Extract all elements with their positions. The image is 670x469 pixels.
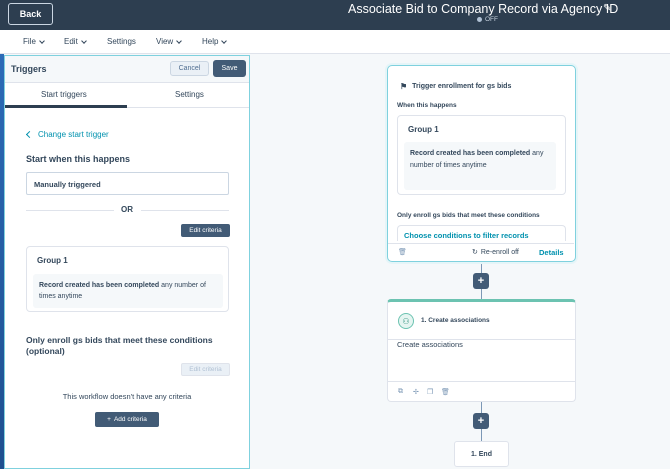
copy-icon[interactable]: ⧉ <box>398 388 403 396</box>
workflow-title: Associate Bid to Company Record via Agen… <box>348 2 619 16</box>
trigger-group-card: Group 1 Record created has been complete… <box>397 115 566 195</box>
tab-start-triggers[interactable]: Start triggers <box>41 90 87 99</box>
status-dot-icon <box>477 17 482 22</box>
chevron-left-icon <box>25 130 34 139</box>
menu-help[interactable]: Help <box>202 37 228 46</box>
filter-records-link[interactable]: Choose conditions to filter records <box>397 225 566 241</box>
trash-icon[interactable]: 🗑 <box>398 248 407 256</box>
trash-icon[interactable]: 🗑 <box>441 388 450 396</box>
menu-settings-label: Settings <box>107 37 136 46</box>
or-divider: OR <box>26 205 229 215</box>
action-card-footer: ⧉ ✢ ❐ 🗑 <box>388 381 575 402</box>
workflow-status: OFF <box>477 16 498 23</box>
panel-title: Triggers <box>11 64 47 74</box>
add-action-button[interactable]: + <box>473 413 489 429</box>
trigger-group-title: Group 1 <box>408 125 439 134</box>
change-trigger-label: Change start trigger <box>38 130 109 139</box>
reenroll-label: Re-enroll off <box>480 248 519 256</box>
add-criteria-label: Add criteria <box>113 416 147 423</box>
trigger-select[interactable]: Manually triggered <box>26 172 229 195</box>
save-button[interactable]: Save <box>213 60 246 77</box>
menu-edit[interactable]: Edit <box>64 37 87 46</box>
connector-line <box>481 402 482 413</box>
back-button[interactable]: Back <box>8 3 53 25</box>
enroll-heading: Only enroll gs bids that meet these cond… <box>26 335 213 356</box>
plus-icon: + <box>477 414 485 427</box>
connector-line <box>481 289 482 299</box>
reenroll-toggle[interactable]: ↻ Re-enroll off <box>472 248 519 257</box>
chevron-down-icon <box>221 37 228 44</box>
action-card[interactable]: ⚇ 1. Create associations Create associat… <box>387 299 576 402</box>
condition-bold: Record created has been completed <box>410 150 531 157</box>
menu-edit-label: Edit <box>64 37 78 46</box>
menu-help-label: Help <box>202 37 219 46</box>
connector-line <box>481 428 482 441</box>
people-icon: ⚇ <box>398 313 414 329</box>
start-heading: Start when this happens <box>26 154 131 164</box>
menu-file[interactable]: File <box>23 37 45 46</box>
details-link[interactable]: Details <box>539 248 564 257</box>
chevron-down-icon <box>80 37 87 44</box>
no-criteria-text: This workflow doesn't have any criteria <box>62 392 192 401</box>
chevron-down-icon <box>176 37 183 44</box>
or-label: OR <box>121 205 133 214</box>
when-label: When this happens <box>397 102 457 109</box>
trigger-card-title: Trigger enrollment for gs bids <box>412 83 512 90</box>
add-action-button[interactable]: + <box>473 273 489 289</box>
group-title: Group 1 <box>37 256 68 265</box>
trigger-card-footer: 🗑 ↻ Re-enroll off Details <box>388 243 574 260</box>
top-header: Back Associate Bid to Company Record via… <box>0 0 670 30</box>
divider-line <box>141 210 229 211</box>
condition-bold: Record created has been completed <box>39 282 160 289</box>
menu-file-label: File <box>23 37 36 46</box>
trigger-card-header: ⚑ Trigger enrollment for gs bids <box>400 82 511 91</box>
active-tab-indicator <box>5 105 127 108</box>
panel-tabs: Start triggers Settings <box>5 83 249 108</box>
action-body: Create associations <box>397 340 463 349</box>
plus-icon: + <box>477 274 485 287</box>
plus-icon: + <box>107 416 111 423</box>
only-enroll-label: Only enroll gs bids that meet these cond… <box>397 212 540 219</box>
flag-icon: ⚑ <box>400 82 408 91</box>
status-label: OFF <box>485 16 498 23</box>
add-criteria-button[interactable]: + Add criteria <box>95 412 159 427</box>
group-condition: Record created has been completed any nu… <box>33 274 223 308</box>
refresh-icon: ↻ <box>472 249 478 256</box>
end-node: 1. End <box>454 441 509 467</box>
panel-header: Triggers Cancel Save <box>5 56 249 83</box>
pencil-icon[interactable]: ✎ <box>603 3 611 14</box>
move-icon[interactable]: ✢ <box>413 388 419 396</box>
chevron-down-icon <box>39 37 45 44</box>
edit-criteria-button[interactable]: Edit criteria <box>181 224 230 237</box>
cancel-button[interactable]: Cancel <box>170 61 209 76</box>
edit-criteria-disabled-button: Edit criteria <box>181 363 230 376</box>
menu-settings[interactable]: Settings <box>107 37 136 46</box>
change-trigger-link[interactable]: Change start trigger <box>25 130 109 139</box>
menu-view-label: View <box>156 37 174 46</box>
menu-view[interactable]: View <box>156 37 183 46</box>
trigger-group-condition: Record created has been completed any nu… <box>404 142 556 190</box>
menu-bar: File Edit Settings View Help <box>0 30 670 54</box>
triggers-panel: Triggers Cancel Save Start triggers Sett… <box>4 55 250 469</box>
action-card-header: ⚇ 1. Create associations <box>388 302 575 340</box>
action-title: 1. Create associations <box>421 317 490 324</box>
tab-settings[interactable]: Settings <box>175 90 204 99</box>
group-card: Group 1 Record created has been complete… <box>26 246 229 312</box>
clone-icon[interactable]: ❐ <box>427 388 433 396</box>
divider-line <box>26 210 114 211</box>
trigger-card[interactable]: ⚑ Trigger enrollment for gs bids When th… <box>387 65 576 262</box>
